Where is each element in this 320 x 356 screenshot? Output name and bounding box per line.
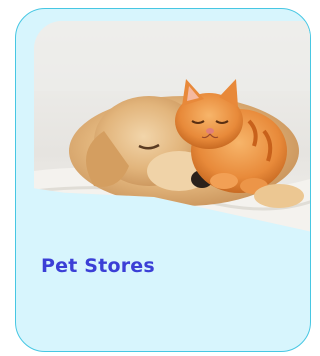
puppy-and-kitten-sleeping-image — [34, 21, 310, 237]
card-title[interactable]: Pet Stores — [41, 255, 155, 277]
pet-stores-card[interactable]: Pet Stores — [15, 8, 311, 352]
